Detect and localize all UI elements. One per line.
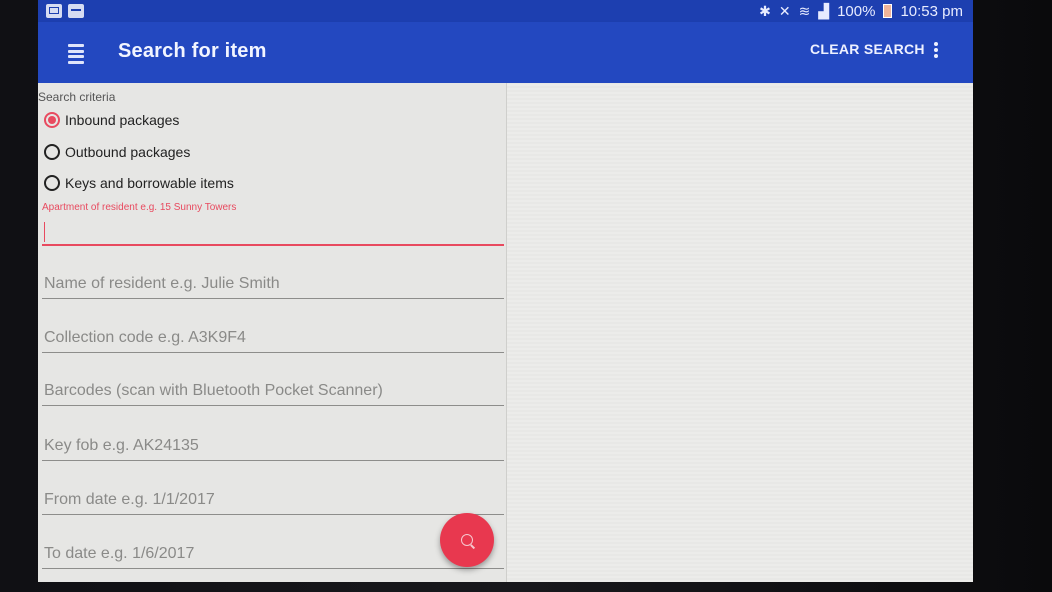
from-date-input[interactable]: [42, 485, 504, 515]
status-bar-system: ✱ ✕ ≋ ▟ 100% 10:53 pm: [759, 0, 963, 22]
collection-code-input[interactable]: [42, 323, 504, 353]
status-bar: ✱ ✕ ≋ ▟ 100% 10:53 pm: [38, 0, 973, 22]
radio-button-checked[interactable]: [44, 112, 60, 128]
calendar-icon: [68, 4, 84, 18]
radio-button[interactable]: [44, 144, 60, 160]
search-criteria-label: Search criteria: [38, 90, 116, 104]
wifi-icon: ≋: [798, 2, 811, 19]
search-form-pane: Search criteria Inbound packages Outboun…: [38, 83, 507, 582]
page-title: Search for item: [118, 40, 267, 62]
app-screen: ✱ ✕ ≋ ▟ 100% 10:53 pm Search for item CL…: [38, 0, 973, 582]
resident-name-input[interactable]: [42, 269, 504, 299]
mail-icon: [46, 4, 62, 18]
search-icon: [461, 534, 473, 546]
status-bar-notifications: [46, 4, 84, 18]
barcodes-input[interactable]: [42, 376, 504, 406]
key-fob-input[interactable]: [42, 431, 504, 461]
apartment-field-label: Apartment of resident e.g. 15 Sunny Towe…: [42, 202, 237, 213]
battery-icon: [883, 4, 893, 18]
radio-label: Inbound packages: [65, 112, 180, 128]
radio-label: Keys and borrowable items: [65, 175, 234, 191]
results-pane: [507, 83, 973, 582]
radio-keys-borrowable[interactable]: Keys and borrowable items: [44, 175, 234, 191]
signal-icon: ▟: [818, 2, 830, 19]
radio-label: Outbound packages: [65, 144, 191, 160]
radio-inbound-packages[interactable]: Inbound packages: [44, 112, 179, 128]
to-date-input[interactable]: [42, 539, 504, 569]
apartment-input[interactable]: [42, 216, 504, 246]
mute-icon: ✕: [778, 2, 791, 19]
hamburger-menu-icon[interactable]: [68, 44, 84, 64]
radio-outbound-packages[interactable]: Outbound packages: [44, 144, 190, 160]
bluetooth-icon: ✱: [759, 2, 771, 19]
app-toolbar: Search for item CLEAR SEARCH: [38, 22, 973, 83]
clear-search-button[interactable]: CLEAR SEARCH: [810, 41, 925, 57]
search-fab-button[interactable]: [440, 513, 494, 567]
radio-button[interactable]: [44, 175, 60, 191]
text-cursor: [44, 222, 45, 242]
overflow-menu-icon[interactable]: [934, 42, 938, 58]
clock: 10:53 pm: [900, 2, 963, 20]
battery-level: 100%: [837, 2, 876, 20]
